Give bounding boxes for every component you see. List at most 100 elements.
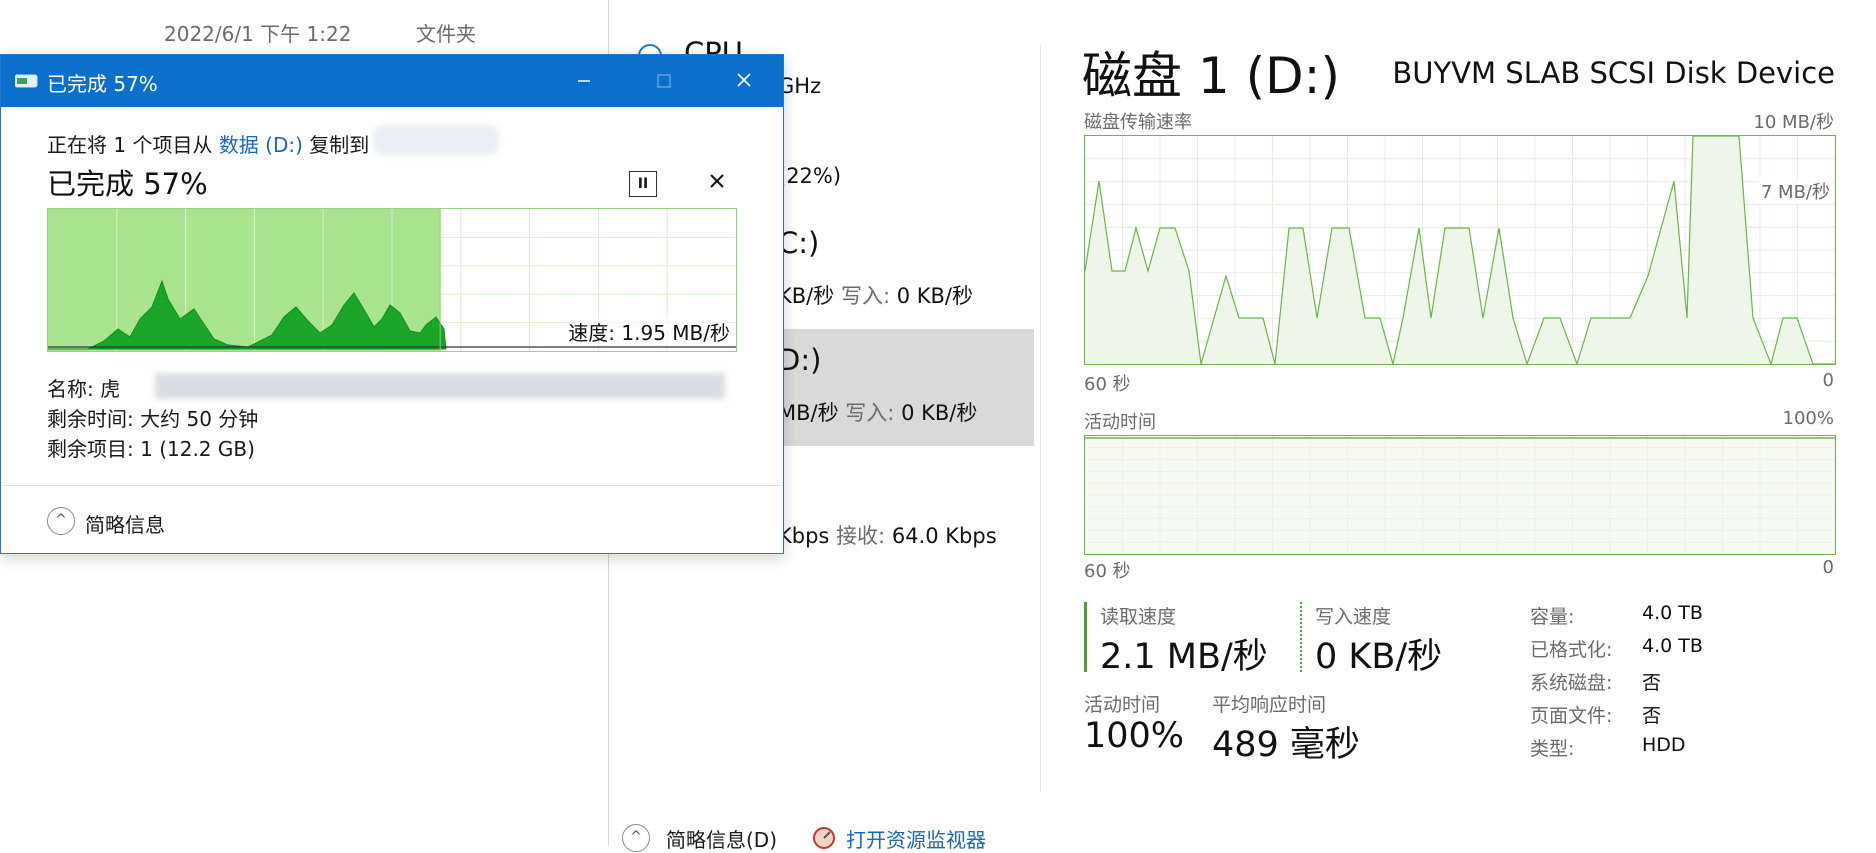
active-time-label: 活动时间	[1084, 412, 1156, 433]
active-time-stat-label: 活动时间	[1084, 694, 1161, 716]
name-label: 名称:	[47, 377, 94, 401]
prop-system-disk-value: 否	[1642, 672, 1662, 694]
disk0-write-value: 0 KB/秒	[896, 284, 974, 308]
prop-row: 系统磁盘: 否	[1530, 668, 1830, 701]
copy-description: 正在将 1 个项目从 数据 (D:) 复制到	[47, 129, 369, 158]
remaining-time-row: 剩余时间: 大约 50 分钟	[47, 403, 258, 432]
active-time-graph-svg	[1085, 436, 1835, 554]
remaining-items-row: 剩余项目: 1 (12.2 GB)	[47, 433, 255, 462]
graph2-x-left: 60 秒	[1084, 561, 1131, 582]
graph1-x-right: 0	[1822, 370, 1834, 391]
maximize-button[interactable]	[641, 63, 687, 99]
sidebar-network-rate: Kbps 接收: 64.0 Kbps	[778, 520, 997, 550]
disk-properties: 容量: 4.0 TB 已格式化: 4.0 TB 系统磁盘: 否 页面文件: 否 …	[1530, 602, 1830, 767]
transfer-rate-graph-svg	[1085, 136, 1835, 364]
disk1-write-value: 0 KB/秒	[901, 401, 978, 425]
read-speed-marker	[1084, 602, 1087, 672]
prop-system-disk-key: 系统磁盘:	[1530, 672, 1613, 694]
dialog-title: 已完成 57%	[47, 72, 158, 96]
file-name-row: 名称: 虎	[47, 373, 120, 402]
chevron-up-icon: ^	[47, 507, 75, 535]
remaining-items-label: 剩余项目:	[47, 437, 134, 461]
remaining-time-value: 大约 50 分钟	[140, 407, 259, 431]
resource-monitor-label: 打开资源监视器	[846, 828, 986, 852]
transfer-rate-max: 10 MB/秒	[1753, 112, 1834, 133]
chevron-up-icon: ^	[622, 824, 650, 852]
copy-progress-graph: 速度: 1.95 MB/秒	[47, 208, 737, 352]
minimize-icon	[578, 80, 590, 82]
prop-formatted-key: 已格式化:	[1530, 639, 1613, 661]
source-link[interactable]: 数据 (D:)	[219, 133, 303, 157]
sidebar-cpu-freq: GHz	[778, 74, 822, 98]
pause-icon: II	[637, 176, 649, 192]
write-speed-label: 写入速度	[1315, 606, 1392, 628]
graph1-x-left: 60 秒	[1084, 374, 1131, 395]
dialog-separator	[1, 485, 783, 486]
disk1-write-label: 写入:	[845, 401, 895, 425]
prop-row: 容量: 4.0 TB	[1530, 602, 1830, 635]
sidebar-disk0-name: C:)	[778, 226, 820, 260]
sidebar-memory-percent: (22%)	[778, 164, 842, 188]
minimize-button[interactable]	[561, 63, 607, 99]
prop-formatted-value: 4.0 TB	[1642, 635, 1703, 657]
response-time-value: 489 毫秒	[1212, 725, 1360, 765]
write-speed-marker	[1300, 602, 1302, 672]
network-recv-value: 64.0 Kbps	[891, 524, 997, 548]
active-time-fill	[1085, 438, 1835, 554]
remaining-time-label: 剩余时间:	[47, 407, 134, 431]
redacted-destination	[373, 125, 499, 155]
copy-mid: 复制到	[309, 133, 370, 157]
prop-capacity-value: 4.0 TB	[1642, 602, 1703, 624]
prop-row: 类型: HDD	[1530, 734, 1830, 767]
remaining-items-value: 1 (12.2 GB)	[140, 437, 255, 461]
write-speed-value: 0 KB/秒	[1315, 637, 1443, 677]
dialog-title-bar[interactable]: 已完成 57%	[1, 55, 783, 107]
maximize-icon	[657, 74, 671, 88]
prop-page-file-value: 否	[1642, 705, 1662, 727]
disk1-read-rate: MB/秒	[778, 401, 839, 425]
panel-divider	[1040, 44, 1041, 792]
active-time-max: 100%	[1782, 408, 1834, 429]
dialog-fewer-details-label: 简略信息	[85, 513, 165, 537]
cancel-copy-button[interactable]	[709, 167, 725, 195]
transfer-rate-graph	[1084, 135, 1836, 365]
prop-capacity-key: 容量:	[1530, 606, 1575, 628]
prop-type-key: 类型:	[1530, 738, 1575, 760]
close-button[interactable]	[721, 63, 767, 99]
resource-monitor-icon	[813, 827, 835, 849]
prop-page-file-key: 页面文件:	[1530, 705, 1613, 727]
read-speed-value: 2.1 MB/秒	[1100, 637, 1268, 677]
read-speed-label: 读取速度	[1100, 606, 1177, 628]
active-time-stat-value: 100%	[1084, 716, 1185, 756]
disk-title: 磁盘 1 (D:)	[1082, 47, 1340, 105]
fewer-details-label: 简略信息(D)	[666, 828, 778, 852]
sidebar-disk1-name: D:)	[778, 343, 822, 377]
copy-speed: 速度: 1.95 MB/秒	[568, 317, 730, 346]
disk0-write-label: 写入:	[840, 284, 891, 308]
close-icon	[737, 73, 751, 87]
sidebar-disk0-rate: KB/秒 写入: 0 KB/秒	[778, 280, 973, 310]
active-time-graph	[1084, 435, 1836, 555]
graph2-x-right: 0	[1822, 557, 1834, 578]
network-recv-label: 接收:	[836, 524, 886, 548]
disk-model: BUYVM SLAB SCSI Disk Device	[1392, 56, 1835, 90]
copy-app-icon	[15, 74, 38, 88]
cancel-icon	[710, 174, 724, 188]
disk0-read-rate: KB/秒	[778, 284, 835, 308]
response-time-label: 平均响应时间	[1212, 694, 1327, 716]
copy-prefix: 正在将 1 个项目从	[47, 133, 213, 157]
prop-row: 已格式化: 4.0 TB	[1530, 635, 1830, 668]
transfer-rate-mid: 7 MB/秒	[1758, 178, 1832, 204]
redacted-file-name	[155, 373, 725, 399]
copy-progress-dialog: 已完成 57% 正在将 1 个项目从 数据 (D:) 复制到 已完成 57% I…	[0, 54, 784, 554]
percent-complete: 已完成 57%	[47, 167, 208, 201]
file-date: 2022/6/1 下午 1:22	[164, 22, 352, 46]
pause-button[interactable]: II	[629, 171, 657, 197]
name-value: 虎	[100, 377, 121, 401]
transfer-rate-label: 磁盘传输速率	[1084, 112, 1192, 133]
prop-type-value: HDD	[1642, 734, 1686, 756]
file-type: 文件夹	[416, 22, 476, 46]
explorer-file-row[interactable]: 2022/6/1 下午 1:22 文件夹	[0, 0, 608, 55]
sidebar-disk1-rate: MB/秒 写入: 0 KB/秒	[778, 397, 977, 427]
network-send-rate: Kbps	[778, 524, 830, 548]
